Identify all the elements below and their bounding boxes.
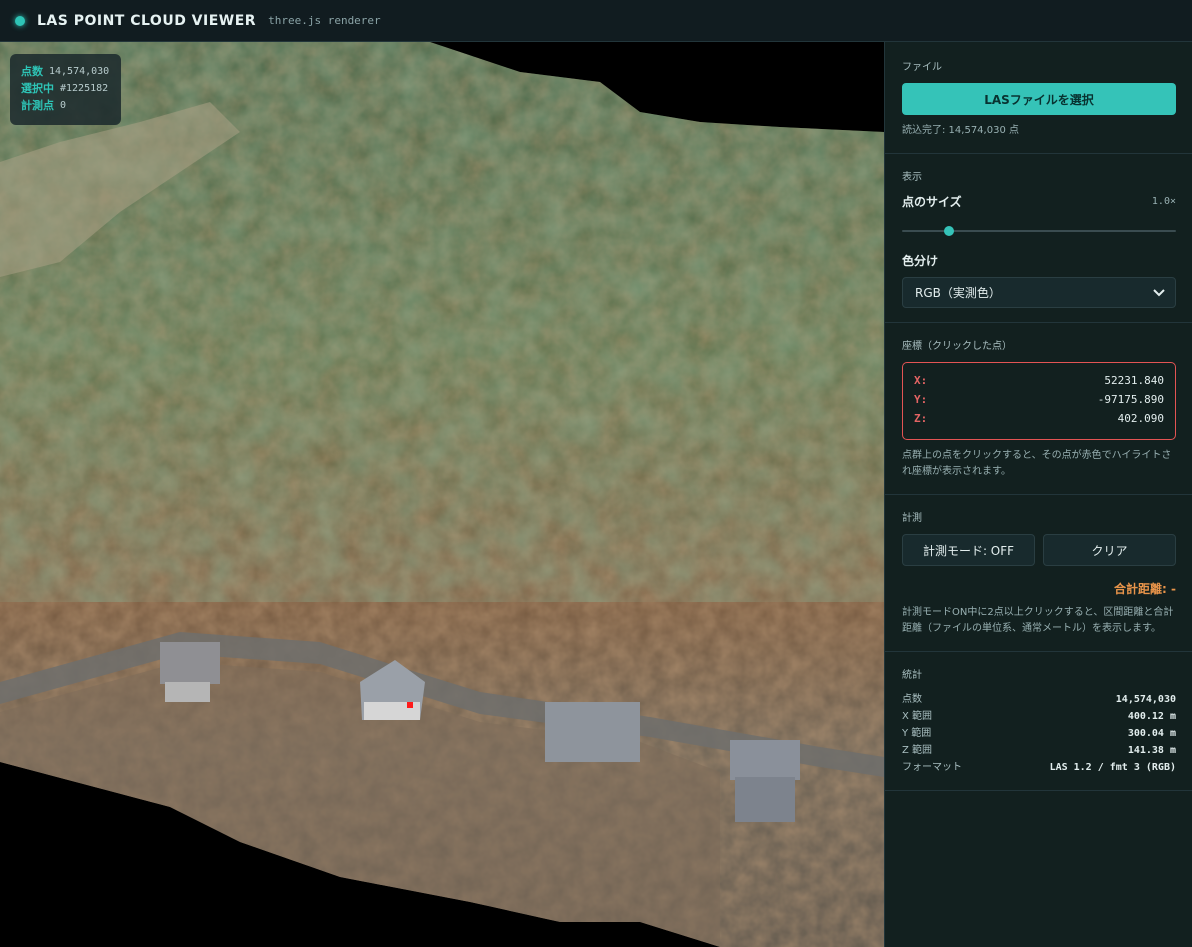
stat-points-value: 14,574,030: [1115, 694, 1176, 705]
hud-measure-label: 計測点: [21, 99, 54, 112]
clear-button[interactable]: クリア: [1043, 534, 1176, 566]
stats-row: X 範囲 400.12 m: [902, 708, 1176, 725]
status-dot-icon: [15, 15, 25, 26]
app-subtitle: three.js renderer: [268, 14, 381, 27]
coord-y-value: -97175.890: [1097, 393, 1164, 406]
coords-section: 座標（クリックした点） X: 52231.840 Y: -97175.890 Z…: [885, 323, 1192, 495]
file-section-title: ファイル: [902, 62, 942, 73]
coord-z-value: 402.090: [1117, 412, 1164, 425]
file-section: ファイル LASファイルを選択 読込完了: 14,574,030 点: [885, 42, 1192, 154]
coords-help: 点群上の点をクリックすると、その点が赤色でハイライトされ座標が表示されます。: [902, 450, 1172, 477]
app-title: LAS POINT CLOUD VIEWER: [37, 12, 257, 29]
stat-z-range-label: Z 範囲: [902, 745, 933, 756]
slider-track: [902, 230, 1176, 232]
slider-knob[interactable]: [944, 226, 955, 236]
measure-mode-button[interactable]: 計測モード: OFF: [902, 534, 1035, 566]
stats-row: Y 範囲 300.04 m: [902, 725, 1176, 742]
house-4: [730, 740, 800, 822]
color-mode-value: RGB（実測色）: [915, 286, 1001, 300]
stats-row: Z 範囲 141.38 m: [902, 742, 1176, 759]
stat-y-range-label: Y 範囲: [902, 728, 932, 739]
point-size-label: 点のサイズ: [902, 195, 962, 209]
measure-section: 計測 計測モード: OFF クリア 合計距離: - 計測モードON中に2点以上ク…: [885, 495, 1192, 652]
hud-measure-value: 0: [60, 100, 67, 111]
total-distance-label: 合計距離:: [1114, 582, 1167, 596]
load-status: 読込完了: 14,574,030 点: [902, 125, 1019, 136]
stat-z-range-value: 141.38 m: [1127, 745, 1176, 756]
color-mode-label: 色分け: [902, 254, 939, 268]
point-size-value: 1.0×: [1151, 196, 1176, 207]
measure-help: 計測モードON中に2点以上クリックすると、区間距離と合計距離（ファイルの単位系、…: [902, 607, 1174, 634]
coord-x-value: 52231.840: [1104, 374, 1164, 387]
stat-format-value: LAS 1.2 / fmt 3 (RGB): [1049, 762, 1176, 773]
point-cloud-viewport[interactable]: 点数 14,574,030 選択中 #1225182 計測点 0: [0, 42, 884, 947]
coords-section-title: 座標（クリックした点）: [902, 341, 1012, 352]
stat-x-range-value: 400.12 m: [1127, 711, 1176, 722]
point-size-slider[interactable]: [902, 224, 1176, 238]
coord-z-label: Z:: [914, 412, 928, 425]
total-distance-value: -: [1171, 582, 1176, 596]
coord-x-label: X:: [914, 374, 928, 387]
stat-y-range-value: 300.04 m: [1127, 728, 1176, 739]
stats-section: 統計 点数 14,574,030 X 範囲 400.12 m Y 範囲 300.…: [885, 652, 1192, 791]
hud-points-label: 点数: [21, 65, 43, 78]
measure-section-title: 計測: [902, 513, 922, 524]
stats-row: 点数 14,574,030: [902, 691, 1176, 708]
hud-selected-label: 選択中: [21, 82, 54, 95]
stat-x-range-label: X 範囲: [902, 711, 933, 722]
coordinate-readout: X: 52231.840 Y: -97175.890 Z: 402.090: [902, 362, 1176, 440]
hud-selected-value: #1225182: [60, 83, 109, 94]
selected-point-marker: [407, 702, 413, 708]
select-las-file-button[interactable]: LASファイルを選択: [902, 83, 1176, 115]
chevron-down-icon: [1153, 286, 1165, 300]
control-sidebar: ファイル LASファイルを選択 読込完了: 14,574,030 点 表示 点の…: [884, 42, 1192, 947]
stat-points-label: 点数: [902, 694, 922, 705]
display-section: 表示 点のサイズ 1.0× 色分け RGB（実測色）: [885, 154, 1192, 323]
total-distance: 合計距離: -: [902, 580, 1176, 597]
color-mode-select[interactable]: RGB（実測色）: [902, 277, 1176, 308]
viewer-hud: 点数 14,574,030 選択中 #1225182 計測点 0: [10, 54, 121, 125]
stats-row: フォーマット LAS 1.2 / fmt 3 (RGB): [902, 759, 1176, 776]
hud-points-value: 14,574,030: [49, 66, 110, 77]
coord-y-label: Y:: [914, 393, 928, 406]
house-3: [545, 702, 640, 762]
stat-format-label: フォーマット: [902, 762, 962, 773]
display-section-title: 表示: [902, 172, 922, 183]
app-header: LAS POINT CLOUD VIEWER three.js renderer: [0, 0, 1192, 42]
point-cloud-render[interactable]: [0, 42, 884, 947]
stats-section-title: 統計: [902, 670, 922, 681]
